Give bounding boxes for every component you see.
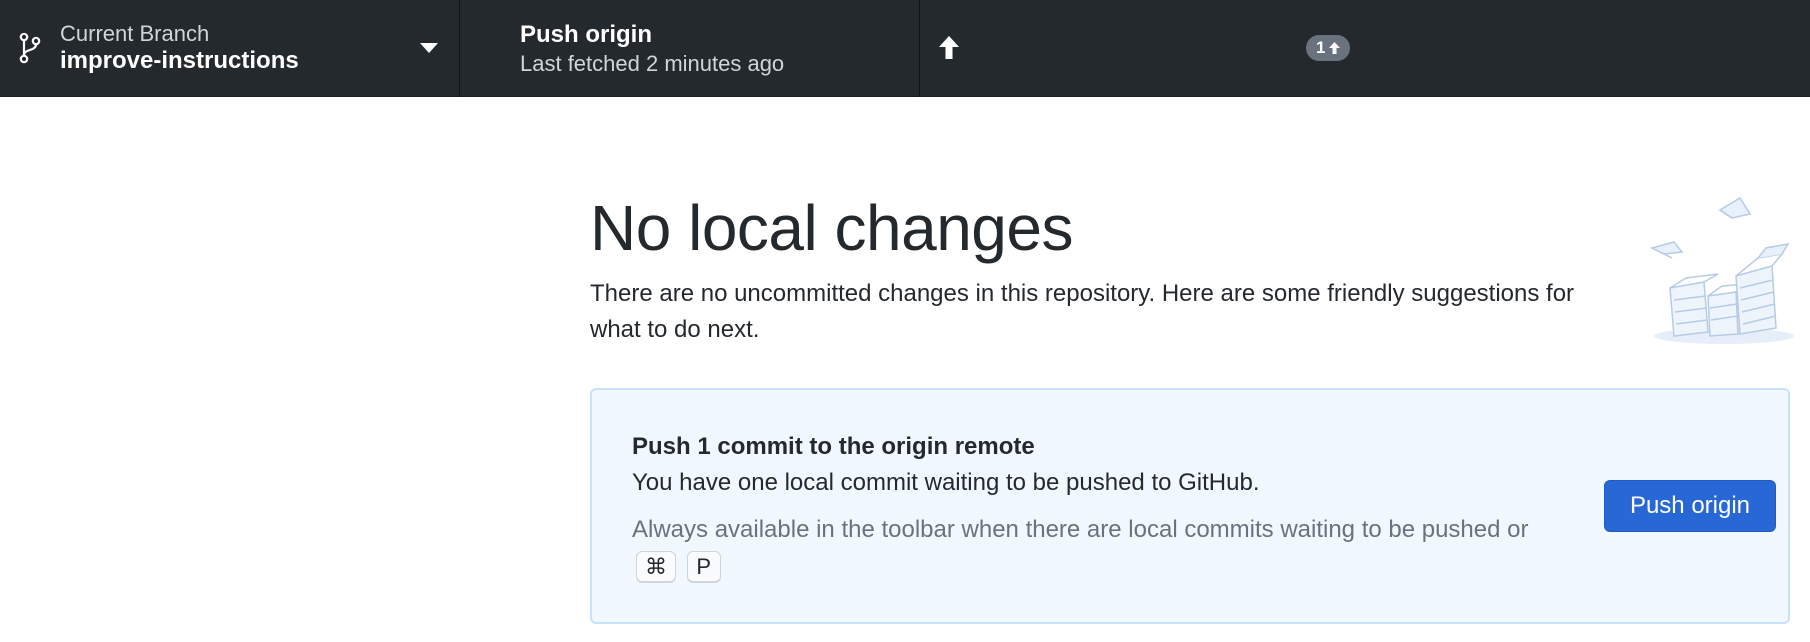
empty-boxes-illustration xyxy=(1649,196,1794,344)
commits-ahead-count: 1 xyxy=(1316,38,1326,57)
p-key: P xyxy=(686,550,721,583)
git-branch-icon xyxy=(19,32,41,64)
arrow-up-small-icon xyxy=(1329,42,1341,54)
last-fetched-text: Last fetched 2 minutes ago xyxy=(520,51,785,76)
suggestion-hint: Always available in the toolbar when the… xyxy=(632,512,1532,584)
page-title: No local changes xyxy=(590,192,1073,264)
current-branch-button[interactable]: Current Branch improve-instructions xyxy=(0,0,460,97)
arrow-up-icon xyxy=(939,36,959,59)
push-origin-button[interactable]: Push origin xyxy=(1604,480,1776,532)
command-key: ⌘ xyxy=(636,550,676,583)
commits-ahead-badge: 1 xyxy=(1306,35,1351,61)
changes-empty-state: No local changes There are no uncommitte… xyxy=(0,98,1810,642)
push-suggestion-card: Push 1 commit to the origin remote You h… xyxy=(590,388,1790,624)
triangle-down-icon xyxy=(420,43,438,53)
suggestion-hint-text: Always available in the toolbar when the… xyxy=(632,516,1529,543)
suggestion-title: Push 1 commit to the origin remote xyxy=(632,433,1035,460)
current-branch-label: Current Branch xyxy=(60,21,210,46)
current-branch-name: improve-instructions xyxy=(60,47,299,74)
suggestion-description: You have one local commit waiting to be … xyxy=(632,469,1260,496)
push-origin-title: Push origin xyxy=(520,21,652,48)
app-toolbar: Current Branch improve-instructions Push… xyxy=(0,0,1810,97)
intro-text: There are no uncommitted changes in this… xyxy=(590,280,1575,343)
push-origin-toolbar-button[interactable]: Push origin Last fetched 2 minutes ago 1 xyxy=(460,0,1351,97)
